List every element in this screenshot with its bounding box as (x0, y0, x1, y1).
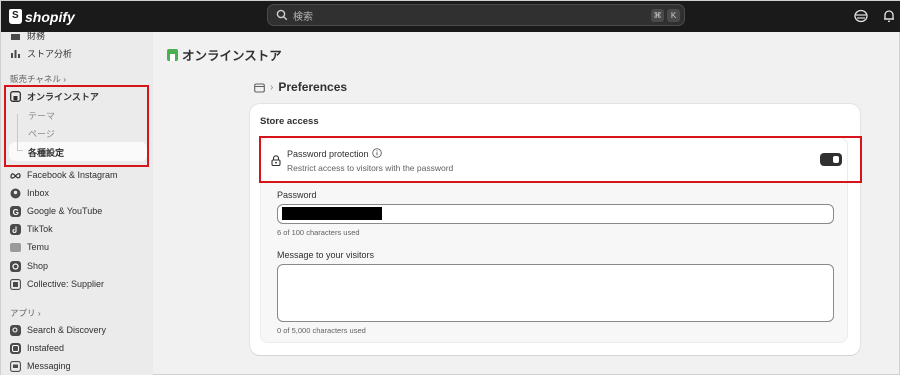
sidebar-item-instafeed[interactable]: Instafeed (10, 340, 64, 356)
apps-header[interactable]: アプリ › (10, 307, 41, 319)
sidebar-item-analytics[interactable]: ストア分析 (10, 45, 72, 61)
temu-icon (10, 242, 21, 253)
sidebar-item-tiktok[interactable]: TikTok (10, 221, 53, 237)
instafeed-icon (10, 342, 21, 354)
sidebar-item-label: Facebook & Instagram (27, 170, 118, 180)
brand-name: shopify (25, 8, 75, 25)
sidebar-item-search-discovery[interactable]: Search & Discovery (10, 322, 106, 338)
sidebar-item-google-youtube[interactable]: G Google & YouTube (10, 203, 102, 219)
inbox-icon (10, 188, 21, 199)
search-icon (276, 9, 288, 21)
breadcrumb-title: Preferences (278, 80, 348, 94)
online-store-colored-icon (167, 48, 178, 61)
command-key-hint: ⌘ (651, 9, 664, 22)
password-value-redacted (282, 207, 382, 220)
password-char-count: 6 of 100 characters used (277, 228, 360, 237)
message-textarea[interactable] (277, 264, 834, 322)
sidebar-item-finance[interactable]: 財務 (10, 27, 45, 43)
messaging-icon (10, 360, 21, 372)
tiktok-icon (10, 223, 21, 235)
page-title: オンラインストア (167, 45, 282, 64)
shopify-bag-icon (9, 9, 22, 24)
sidebar-item-collective-supplier[interactable]: Collective: Supplier (10, 276, 104, 292)
message-label: Message to your visitors (277, 250, 375, 260)
sidebar-item-inbox[interactable]: Inbox (10, 185, 49, 201)
sidebar-item-label: ストア分析 (27, 48, 73, 59)
sidebar-item-label: Shop (27, 261, 49, 271)
sidebar-item-facebook-instagram[interactable]: Facebook & Instagram (10, 167, 118, 183)
collective-icon (10, 278, 21, 290)
sidebar-item-label: Temu (27, 242, 50, 252)
sidebar-item-label: Search & Discovery (27, 325, 107, 335)
sidebar-item-label: Google & YouTube (27, 206, 103, 216)
meta-icon (10, 170, 21, 181)
highlight-box-password-protection (259, 136, 862, 183)
chevron-right-icon: › (270, 81, 274, 93)
bank-icon (10, 30, 21, 41)
message-char-count: 0 of 5,000 characters used (277, 326, 366, 335)
sidebar-item-label: Instafeed (27, 343, 65, 353)
sidebar-item-label: Inbox (27, 188, 50, 198)
store-breadcrumb-icon[interactable] (254, 82, 265, 93)
sidebar-item-label: Messaging (27, 361, 71, 371)
sidebar-item-label: Collective: Supplier (27, 279, 105, 289)
google-icon: G (10, 205, 21, 217)
sidebar-item-messaging[interactable]: Messaging (10, 358, 71, 374)
bar-chart-icon (10, 48, 21, 59)
sidebar-item-label: TikTok (27, 224, 53, 234)
search-placeholder: 検索 (293, 11, 313, 23)
card-title: Store access (260, 116, 319, 127)
sidebar-item-temu[interactable]: Temu (10, 239, 49, 255)
chevron-right-icon: › (37, 308, 41, 318)
store-switcher-icon[interactable] (854, 9, 868, 23)
sidebar-item-label: 財務 (27, 30, 46, 41)
svg-text:G: G (13, 207, 19, 216)
password-input[interactable] (277, 204, 834, 224)
sales-channels-header[interactable]: 販売チャネル › (10, 73, 66, 85)
sidebar: 財務 ストア分析 販売チャネル › オンラインストア テーマ ページ 各種設定 … (1, 31, 153, 375)
page-title-text: オンラインストア (182, 49, 282, 63)
highlight-box-online-store (4, 85, 149, 167)
section-header-label: 販売チャネル (10, 74, 61, 84)
shopify-logo[interactable]: shopify (9, 9, 75, 25)
top-bar: shopify 検索 ⌘ K (1, 1, 900, 32)
bell-icon[interactable] (882, 9, 896, 23)
search-bar[interactable]: 検索 ⌘ K (267, 4, 685, 26)
k-key-hint: K (667, 9, 680, 22)
chevron-right-icon: › (63, 74, 67, 84)
sidebar-item-shop[interactable]: Shop (10, 258, 48, 274)
password-label: Password (277, 190, 317, 200)
breadcrumb: › Preferences (254, 80, 347, 94)
section-header-label: アプリ (10, 308, 36, 318)
shop-icon (10, 260, 21, 272)
search-discovery-icon (10, 324, 21, 336)
